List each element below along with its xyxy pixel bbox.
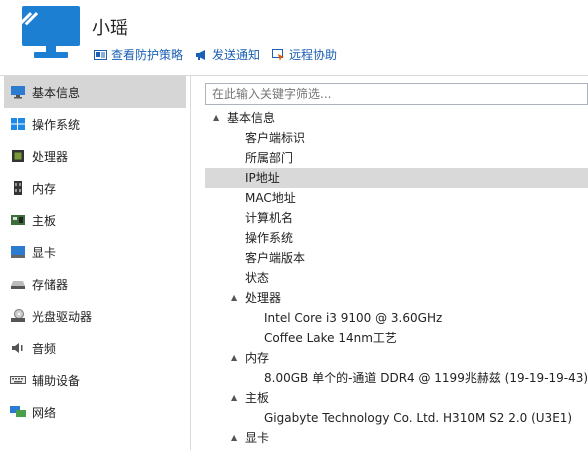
tree-node-label: 处理器 [245,291,282,305]
motherboard-icon [10,213,26,227]
view-policy-label: 查看防护策略 [111,48,184,62]
optical-drive-icon [10,309,26,323]
tree-node-label: 基本信息 [227,111,276,125]
tree-node-label: Coffee Lake 14nm工艺 [264,331,397,345]
memory-icon [10,181,26,195]
tree-item[interactable]: 操作系统 [205,228,588,248]
sidebar-item-label: 主板 [32,213,57,228]
collapse-arrow-icon[interactable]: ▲ [231,348,237,368]
sidebar-item-graphics[interactable]: 显卡 [0,236,190,268]
tree-item[interactable]: Intel Core i3 9100 @ 3.60GHz [205,308,588,328]
tree-node-label: 所属部门 [245,151,294,165]
info-tree: ▲ 基本信息 客户端标识 所属部门 IP地址 MAC地址 计算机名 操作系统 客… [205,108,588,448]
sidebar-item-memory[interactable]: 内存 [0,172,190,204]
sidebar-item-label: 光盘驱动器 [32,309,93,324]
remote-assist-link[interactable]: 远程协助 [272,46,337,63]
sidebar-item-label: 显卡 [32,245,57,260]
tree-node-label: 计算机名 [245,211,294,225]
sidebar-item-cpu[interactable]: 处理器 [0,140,190,172]
tree-node-label: 主板 [245,391,270,405]
sidebar-item-label: 存储器 [32,277,69,292]
tree-item[interactable]: 8.00GB 单个的-通道 DDR4 @ 1199兆赫兹 (19-19-19-4… [205,368,588,388]
sidebar-item-network[interactable]: 网络 [0,396,190,428]
tree-node-label: 客户端标识 [245,131,306,145]
tree-group-cpu[interactable]: ▲ 处理器 [205,288,588,308]
sidebar-item-label: 处理器 [32,149,69,164]
tree-item[interactable]: 客户端标识 [205,128,588,148]
tree-node-label: Gigabyte Technology Co. Ltd. H310M S2 2.… [264,411,573,425]
sidebar-item-label: 操作系统 [32,117,81,132]
sidebar-item-label: 音频 [32,341,57,356]
sidebar-item-peripherals[interactable]: 辅助设备 [0,364,190,396]
tree-item[interactable]: 所属部门 [205,148,588,168]
tree-node-label: Intel Core i3 9100 @ 3.60GHz [264,311,443,325]
audio-icon [10,341,26,355]
remote-icon [272,48,285,61]
tree-group-memory[interactable]: ▲ 内存 [205,348,588,368]
filter-search-input[interactable] [205,83,588,105]
tree-group-basic-info[interactable]: ▲ 基本信息 [205,108,588,128]
tree-item[interactable]: Gigabyte Technology Co. Ltd. H310M S2 2.… [205,408,588,428]
send-notification-label: 发送通知 [212,48,261,62]
tree-node-label: 8.00GB 单个的-通道 DDR4 @ 1199兆赫兹 (19-19-19-4… [264,371,588,385]
sidebar-item-label: 基本信息 [32,85,81,100]
keyboard-icon [10,373,26,387]
sidebar-item-audio[interactable]: 音频 [0,332,190,364]
sidebar-item-basic-info[interactable]: 基本信息 [4,76,186,108]
display-card-icon [10,245,26,259]
tree-node-label: IP地址 [245,171,280,185]
tree-node-label: 内存 [245,351,270,365]
tree-node-label: 显卡 [245,431,270,445]
sidebar-item-label: 辅助设备 [32,373,81,388]
tree-node-label: 客户端版本 [245,251,306,265]
collapse-arrow-icon[interactable]: ▲ [231,288,237,308]
tree-node-label: 状态 [245,271,270,285]
category-sidebar: 基本信息 操作系统 处理器 内存 主板 显卡 存储器 光盘驱动器 音频 辅助设备… [0,76,190,450]
header: 小瑶 查看防护策略 发送通知 远程协助 [0,0,588,70]
tree-item[interactable]: 状态 [205,268,588,288]
computer-icon [10,85,26,99]
windows-icon [10,117,26,131]
tree-item[interactable]: 客户端版本 [205,248,588,268]
sidebar-item-label: 网络 [32,405,57,420]
tree-item[interactable]: 计算机名 [205,208,588,228]
client-name-title: 小瑶 [92,18,128,39]
network-icon [10,405,26,419]
collapse-arrow-icon[interactable]: ▲ [213,108,219,128]
sidebar-divider [190,76,191,450]
policy-icon [94,49,107,61]
tree-item[interactable]: Coffee Lake 14nm工艺 [205,328,588,348]
sidebar-item-label: 内存 [32,181,57,196]
view-policy-link[interactable]: 查看防护策略 [94,46,183,63]
storage-icon [10,277,26,291]
send-notification-link[interactable]: 发送通知 [195,46,260,63]
action-bar: 查看防护策略 发送通知 远程协助 [94,46,337,63]
sidebar-item-os[interactable]: 操作系统 [0,108,190,140]
tree-item-selected[interactable]: IP地址 [205,168,588,188]
collapse-arrow-icon[interactable]: ▲ [231,388,237,408]
cpu-icon [10,149,26,163]
tree-group-motherboard[interactable]: ▲ 主板 [205,388,588,408]
collapse-arrow-icon[interactable]: ▲ [231,428,237,448]
sidebar-item-motherboard[interactable]: 主板 [0,204,190,236]
tree-group-graphics[interactable]: ▲ 显卡 [205,428,588,448]
tree-item[interactable]: MAC地址 [205,188,588,208]
tree-node-label: MAC地址 [245,191,296,205]
remote-assist-label: 远程协助 [289,48,338,62]
tree-node-label: 操作系统 [245,231,294,245]
sidebar-item-storage[interactable]: 存储器 [0,268,190,300]
computer-icon [18,6,80,60]
megaphone-icon [195,49,208,61]
sidebar-item-optical-drive[interactable]: 光盘驱动器 [0,300,190,332]
